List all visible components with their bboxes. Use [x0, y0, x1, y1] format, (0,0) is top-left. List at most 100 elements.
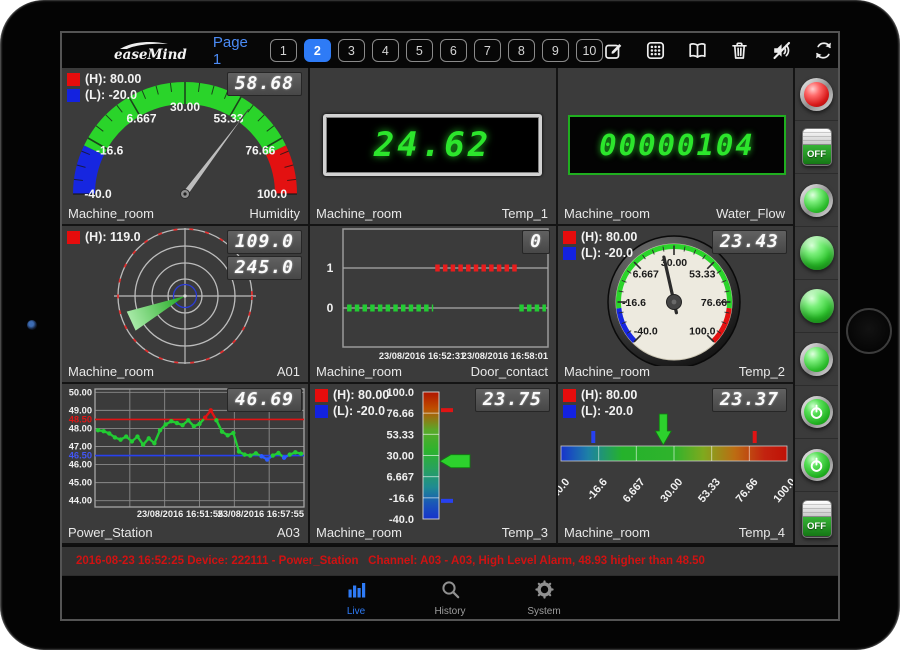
keypad-icon[interactable] — [645, 40, 666, 61]
channel-label: Temp_3 — [502, 525, 548, 540]
svg-text:76.66: 76.66 — [734, 476, 761, 505]
device-label: Machine_room — [316, 525, 402, 540]
tab-label: Live — [347, 606, 365, 617]
device-label: Machine_room — [68, 206, 154, 221]
svg-text:-40.0: -40.0 — [84, 187, 112, 201]
page-label: Page 1 — [213, 34, 248, 68]
svg-text:100.0: 100.0 — [257, 187, 287, 201]
widget-footer: Machine_room Temp_3 — [316, 525, 548, 540]
page-button-6[interactable]: 6 — [440, 39, 467, 62]
channel-label: A01 — [277, 364, 300, 379]
mute-icon[interactable] — [771, 40, 792, 61]
legend-color-swatch — [563, 231, 576, 244]
svg-text:6.667: 6.667 — [633, 269, 659, 281]
book-icon[interactable] — [687, 40, 708, 61]
refresh-icon[interactable] — [813, 40, 834, 61]
led-cell — [795, 386, 838, 439]
page-button-3[interactable]: 3 — [338, 39, 365, 62]
tab-system[interactable]: System — [518, 579, 570, 617]
svg-text:30.00: 30.00 — [386, 451, 414, 463]
led-cell — [795, 174, 838, 227]
widget-water_flow: 00000104Machine_roomWater_Flow — [558, 68, 795, 226]
power-button[interactable] — [801, 396, 833, 428]
widget-footer: Machine_room Humidity — [68, 206, 300, 221]
step-chart-chart: 1023/08/2016 16:52:3123/08/2016 16:58:01 — [310, 226, 556, 366]
device-label: Machine_room — [316, 364, 402, 379]
power-button[interactable] — [801, 449, 833, 481]
device-label: Machine_room — [564, 525, 650, 540]
svg-text:76.66: 76.66 — [245, 144, 275, 158]
device-label: Machine_room — [564, 206, 650, 221]
trash-icon[interactable] — [729, 40, 750, 61]
led-cell — [795, 333, 838, 386]
widget-temp4: (H): 80.00(L): -20.023.37-40.0-16.66.667… — [558, 384, 795, 545]
gear-icon — [534, 579, 555, 605]
legend-label: (H): 80.00 — [85, 72, 141, 86]
page-button-9[interactable]: 9 — [542, 39, 569, 62]
home-button[interactable] — [846, 308, 892, 354]
page-button-2[interactable]: 2 — [304, 39, 331, 62]
ipad-frame: easeMind Page 1 12345678910 (H): 80.00(L… — [0, 0, 900, 650]
edit-icon[interactable] — [603, 40, 624, 61]
device-label: Power_Station — [68, 525, 153, 540]
svg-text:48.00: 48.00 — [69, 423, 92, 433]
page-buttons: 123456789 10 — [270, 39, 603, 62]
tab-history[interactable]: History — [424, 579, 476, 617]
widget-footer: Machine_roomTemp_1 — [316, 206, 548, 221]
svg-text:44.00: 44.00 — [69, 496, 92, 506]
svg-text:53.33: 53.33 — [689, 269, 715, 281]
green-led-indicator — [800, 184, 833, 217]
lcd-digits: 24.62 — [326, 117, 539, 173]
led-bulb — [804, 188, 829, 213]
limit-legend: (H): 80.00(L): -20.0 — [563, 230, 637, 262]
camera-icon — [27, 320, 37, 330]
channel-label: Door_contact — [471, 364, 548, 379]
page-button-1[interactable]: 1 — [270, 39, 297, 62]
widget-humidity: (H): 80.00(L): -20.058.68-40.0-16.66.667… — [62, 68, 310, 226]
legend-label: (H): 80.00 — [581, 230, 637, 244]
page-button-8[interactable]: 8 — [508, 39, 535, 62]
svg-text:-16.6: -16.6 — [622, 297, 646, 309]
page-button-4[interactable]: 4 — [372, 39, 399, 62]
svg-text:100.0: 100.0 — [386, 387, 414, 399]
svg-text:50.00: 50.00 — [69, 387, 92, 397]
svg-text:-16.6: -16.6 — [389, 493, 414, 505]
green-led-indicator — [800, 343, 833, 376]
widget-footer: Machine_room Door_contact — [316, 364, 548, 379]
widget-footer: Machine_roomWater_Flow — [564, 206, 785, 221]
tab-live[interactable]: Live — [330, 579, 382, 617]
led-cell: OFF — [795, 121, 838, 174]
widget-temp2: (H): 80.00(L): -20.023.43-40.0-16.66.667… — [558, 226, 795, 384]
page-button-7[interactable]: 7 — [474, 39, 501, 62]
svg-text:6.667: 6.667 — [386, 472, 414, 484]
toolbar: easeMind Page 1 123456789 10 — [62, 33, 838, 68]
channel-label: Temp_1 — [502, 206, 548, 221]
app-logo: easeMind — [114, 41, 187, 60]
dashboard-grid: (H): 80.00(L): -20.058.68-40.0-16.66.667… — [62, 68, 838, 545]
svg-text:46.00: 46.00 — [69, 460, 92, 470]
switch-rocker — [803, 129, 831, 145]
page-button-10[interactable]: 10 — [576, 39, 603, 62]
digital-value: 245.0 — [227, 256, 302, 280]
svg-text:-16.6: -16.6 — [585, 476, 610, 503]
widget-temp3: (H): 80.00(L): -20.023.75100.076.6653.33… — [310, 384, 558, 545]
widget-temp1: 24.62 Machine_roomTemp_1 — [310, 68, 558, 226]
legend-color-swatch — [563, 389, 576, 402]
device-label: Machine_room — [68, 364, 154, 379]
legend-color-swatch — [315, 389, 328, 402]
toggle-switch[interactable]: OFF — [802, 500, 832, 538]
limit-legend: (H): 80.00(L): -20.0 — [67, 72, 141, 104]
svg-text:23/08/2016 16:51:55: 23/08/2016 16:51:55 — [137, 509, 223, 519]
toggle-switch[interactable]: OFF — [802, 128, 832, 166]
switch-rocker — [803, 501, 831, 517]
led-bulb — [804, 82, 829, 107]
svg-text:6.667: 6.667 — [621, 476, 648, 505]
channel-label: Temp_4 — [739, 525, 785, 540]
logo-text: easeMind — [114, 50, 187, 60]
legend-label: (L): -20.0 — [581, 404, 633, 418]
svg-text:76.66: 76.66 — [386, 408, 414, 420]
page-button-5[interactable]: 5 — [406, 39, 433, 62]
channel-label: Humidity — [249, 206, 300, 221]
svg-text:53.33: 53.33 — [696, 476, 723, 505]
svg-text:0: 0 — [327, 301, 334, 315]
